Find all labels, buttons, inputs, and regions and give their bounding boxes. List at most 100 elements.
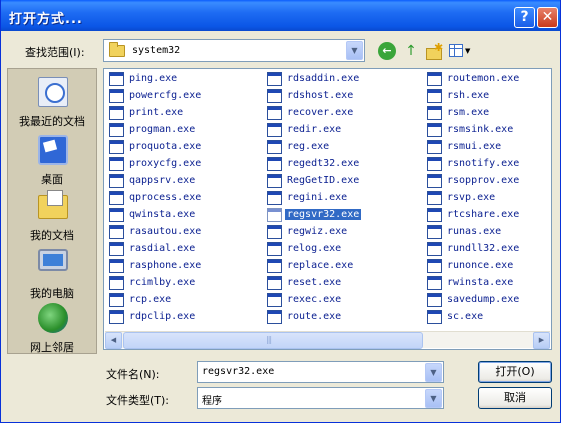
file-name: rsopprov.exe <box>447 175 520 186</box>
exe-file-icon <box>427 106 442 120</box>
place-my-computer[interactable]: 我的电脑 <box>8 245 96 307</box>
file-name: reset.exe <box>287 277 342 288</box>
my-computer-icon <box>38 249 68 271</box>
exe-file-icon <box>109 276 124 290</box>
exe-file-icon <box>109 242 124 256</box>
file-name: powercfg.exe <box>129 90 202 101</box>
exe-file-icon <box>267 140 282 154</box>
exe-file-icon <box>267 191 282 205</box>
filetype-select[interactable]: 程序 ▼ <box>197 387 444 409</box>
exe-file-icon <box>267 225 282 239</box>
file-name: regini.exe <box>287 192 348 203</box>
scroll-left-icon[interactable]: ◀ <box>105 332 122 349</box>
file-name: regsvr32.exe <box>285 209 362 220</box>
chevron-down-icon[interactable]: ▼ <box>425 389 442 408</box>
exe-file-icon <box>267 293 282 307</box>
exe-file-icon <box>267 89 282 103</box>
filename-field[interactable]: regsvr32.exe ▼ <box>197 361 444 383</box>
exe-file-icon <box>427 242 442 256</box>
file-name: ping.exe <box>129 73 178 84</box>
exe-file-icon <box>427 72 442 86</box>
close-button[interactable]: ✕ <box>537 7 558 28</box>
lookin-label: 查找范围(I): <box>25 46 85 59</box>
place-desktop[interactable]: 桌面 <box>8 131 96 193</box>
desktop-icon <box>38 135 68 165</box>
file-name: rasdial.exe <box>129 243 196 254</box>
up-folder-icon[interactable]: ↑ <box>402 42 420 60</box>
scroll-right-icon[interactable]: ▶ <box>533 332 550 349</box>
exe-file-icon <box>267 276 282 290</box>
exe-file-icon <box>109 157 124 171</box>
file-name: reg.exe <box>287 141 330 152</box>
exe-file-icon <box>267 310 282 324</box>
file-list[interactable]: ping.exe powercfg.exe print.exe progman.exe… <box>103 68 552 350</box>
file-name: rasphone.exe <box>129 260 202 271</box>
exe-file-icon <box>427 276 442 290</box>
lookin-combobox[interactable]: system32 ▼ <box>103 39 365 62</box>
file-name: rasautou.exe <box>129 226 202 237</box>
file-name: rsm.exe <box>447 107 490 118</box>
scroll-thumb[interactable] <box>123 332 423 349</box>
exe-file-icon <box>109 259 124 273</box>
file-name: rcp.exe <box>129 294 172 305</box>
exe-file-icon <box>427 157 442 171</box>
exe-file-icon <box>267 174 282 188</box>
lookin-value: system32 <box>132 45 181 56</box>
file-name: recover.exe <box>287 107 354 118</box>
folder-icon <box>109 42 125 57</box>
new-folder-icon[interactable] <box>425 39 443 60</box>
open-button[interactable]: 打开(O) <box>478 361 552 383</box>
exe-file-icon <box>267 259 282 273</box>
exe-file-icon <box>109 140 124 154</box>
cancel-button[interactable]: 取消 <box>478 387 552 409</box>
horizontal-scrollbar[interactable]: ◀ ▶ <box>105 331 550 349</box>
file-name: progman.exe <box>129 124 196 135</box>
file-name: redir.exe <box>287 124 342 135</box>
file-name: regwiz.exe <box>287 226 348 237</box>
file-name: rdpclip.exe <box>129 311 196 322</box>
network-icon <box>38 303 68 333</box>
exe-file-icon <box>109 89 124 103</box>
title-bar[interactable]: 打开方式... ? ✕ <box>1 0 560 31</box>
file-name: qwinsta.exe <box>129 209 196 220</box>
place-recent[interactable]: 我最近的文档 <box>8 73 96 135</box>
back-icon[interactable]: ← <box>378 42 396 60</box>
place-label: 我的文档 <box>30 229 74 242</box>
place-network[interactable]: 网上邻居 <box>8 299 96 361</box>
file-name: sc.exe <box>447 311 484 322</box>
chevron-down-icon[interactable]: ▼ <box>425 363 442 382</box>
place-label: 网上邻居 <box>30 341 74 354</box>
filetype-label: 文件类型(T): <box>106 394 170 407</box>
exe-file-icon <box>267 123 282 137</box>
places-bar: 我最近的文档 桌面 我的文档 我的电脑 网上邻居 <box>7 68 97 354</box>
exe-file-icon <box>427 259 442 273</box>
file-name: routemon.exe <box>447 73 520 84</box>
file-name: rcimlby.exe <box>129 277 196 288</box>
exe-file-icon <box>267 208 282 222</box>
exe-file-icon <box>267 242 282 256</box>
help-button[interactable]: ? <box>514 7 535 28</box>
file-name: replace.exe <box>287 260 354 271</box>
views-menu-icon[interactable]: ▼ <box>448 42 472 60</box>
file-name: rsmui.exe <box>447 141 502 152</box>
exe-file-icon <box>109 174 124 188</box>
file-name: regedt32.exe <box>287 158 360 169</box>
file-name: rdshost.exe <box>287 90 354 101</box>
file-name: rsmsink.exe <box>447 124 514 135</box>
filename-label: 文件名(N): <box>106 368 160 381</box>
exe-file-icon <box>427 191 442 205</box>
my-docs-icon <box>38 190 68 219</box>
chevron-down-icon[interactable]: ▼ <box>346 41 363 60</box>
file-name: rsnotify.exe <box>447 158 520 169</box>
file-name: rtcshare.exe <box>447 209 520 220</box>
filename-value: regsvr32.exe <box>202 366 275 377</box>
exe-file-icon <box>267 106 282 120</box>
file-name: rsh.exe <box>447 90 490 101</box>
place-my-docs[interactable]: 我的文档 <box>8 187 96 249</box>
file-name: runonce.exe <box>447 260 514 271</box>
file-name: RegGetID.exe <box>287 175 360 186</box>
exe-file-icon <box>427 225 442 239</box>
exe-file-icon <box>109 106 124 120</box>
exe-file-icon <box>427 140 442 154</box>
file-name: rexec.exe <box>287 294 342 305</box>
